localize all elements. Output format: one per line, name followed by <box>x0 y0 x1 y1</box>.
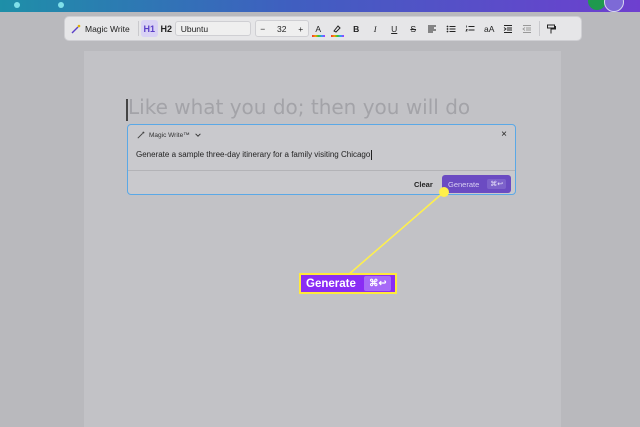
callout-shortcut: ⌘↩ <box>364 276 392 291</box>
pointer-dot <box>439 187 449 197</box>
pointer-line <box>347 191 445 276</box>
generate-callout: Generate ⌘↩ <box>299 273 397 294</box>
pointer-annotation <box>347 187 449 276</box>
callout-label: Generate <box>306 277 356 290</box>
